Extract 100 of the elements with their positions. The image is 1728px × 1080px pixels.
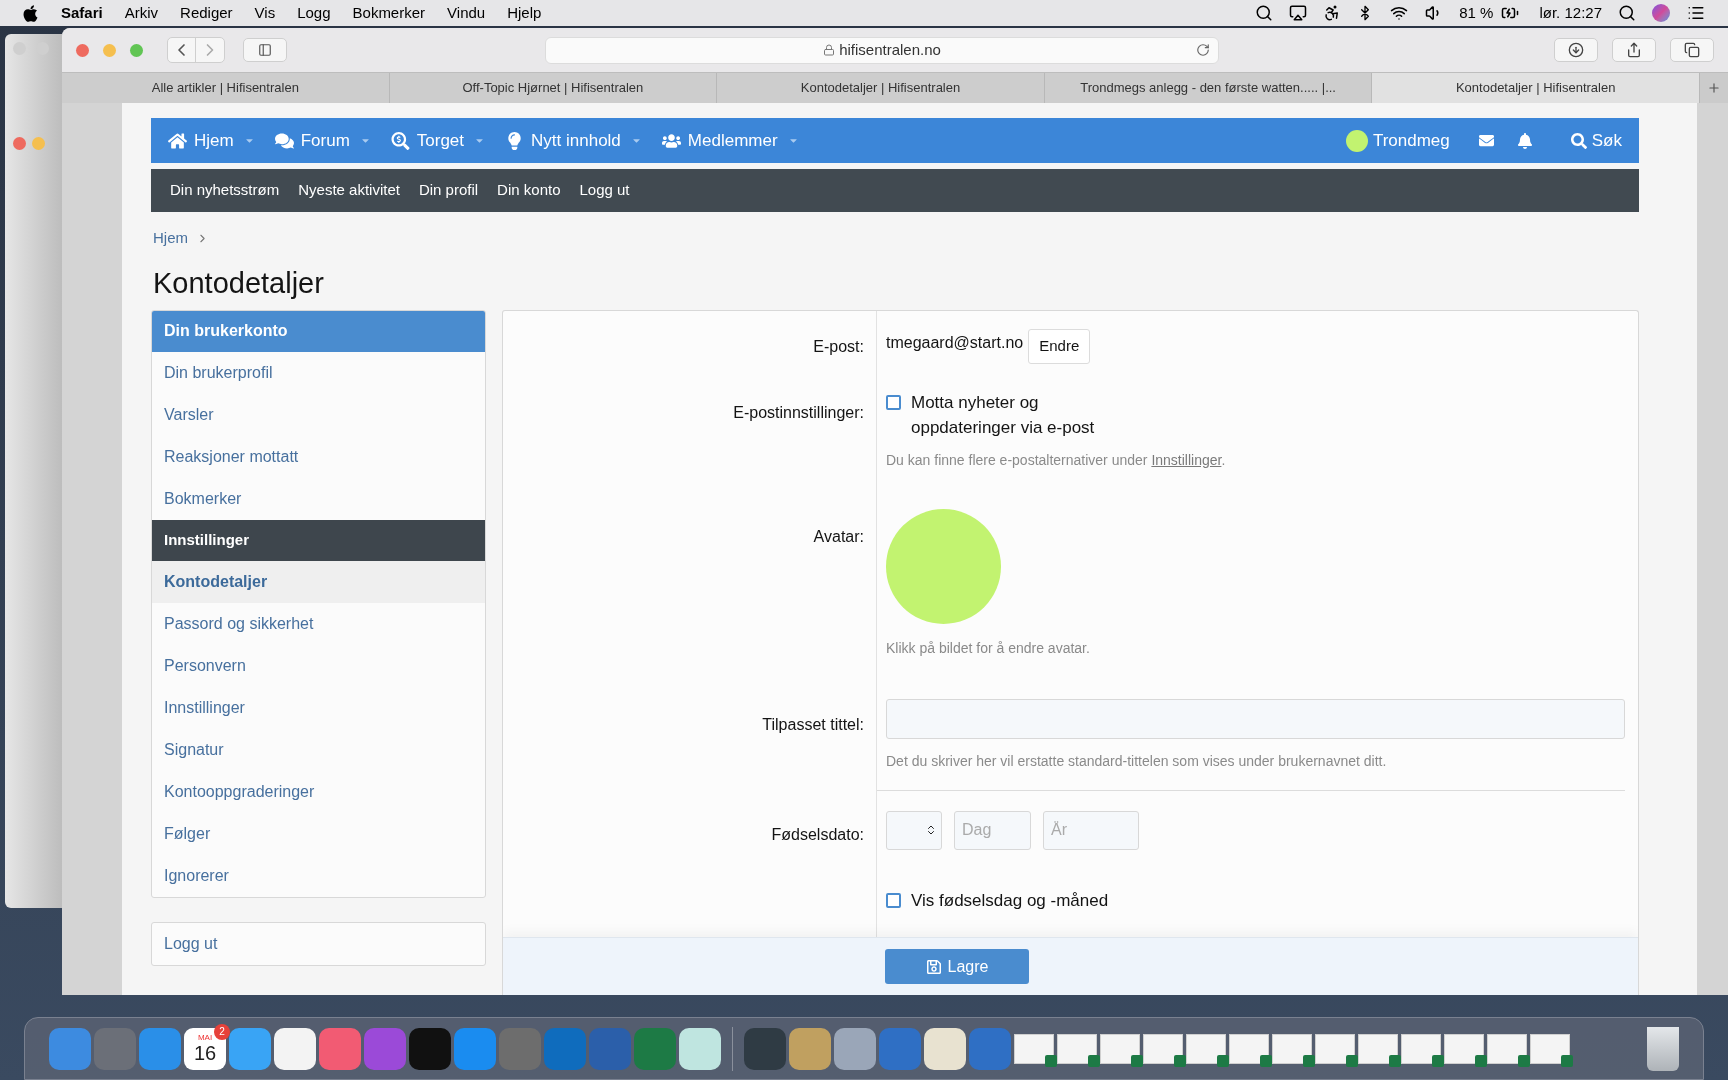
app-icon[interactable] bbox=[409, 1027, 451, 1070]
battery-percent: 81 % bbox=[1459, 2, 1494, 23]
updown-icon bbox=[925, 823, 937, 837]
users-icon bbox=[661, 131, 681, 150]
sidebar-item[interactable]: Følger bbox=[152, 812, 485, 855]
apple-icon[interactable] bbox=[22, 3, 39, 23]
field-label: E-post: bbox=[813, 336, 864, 357]
magnifier-icon[interactable] bbox=[1255, 4, 1274, 22]
document-thumbnail[interactable] bbox=[1229, 1033, 1269, 1064]
sidebar-item[interactable]: Innstillinger bbox=[152, 686, 485, 729]
email-value: tmegaard@start.no bbox=[886, 332, 1024, 353]
menu-item[interactable]: Hjelp bbox=[507, 1, 542, 25]
app-menu[interactable]: Safari bbox=[61, 1, 103, 25]
bell-icon[interactable] bbox=[1516, 132, 1533, 149]
checkbox-label[interactable]: Vis fødselsdag og -måned bbox=[911, 887, 1109, 913]
menu-item[interactable]: Bokmerker bbox=[352, 1, 426, 25]
title-input-field[interactable] bbox=[886, 698, 1625, 739]
control-center-icon[interactable] bbox=[1686, 4, 1706, 22]
sub-nav-link[interactable]: Din nyhetsstrøm bbox=[170, 179, 280, 202]
user-link[interactable]: Trondmeg bbox=[1372, 127, 1450, 154]
field-label: Fødselsdato: bbox=[771, 824, 864, 845]
document-thumbnail[interactable] bbox=[1487, 1033, 1527, 1064]
sidebar-item[interactable]: Passord og sikkerhet bbox=[152, 602, 485, 645]
envelope-icon[interactable] bbox=[1477, 133, 1495, 148]
nav-tab[interactable]: Medlemmer bbox=[661, 127, 799, 154]
user-avatar[interactable] bbox=[1345, 129, 1368, 152]
logout-link[interactable]: Logg ut bbox=[151, 921, 486, 966]
document-thumbnail[interactable] bbox=[1358, 1033, 1398, 1064]
checkbox[interactable] bbox=[886, 394, 901, 410]
menu-item[interactable]: Arkiv bbox=[124, 1, 159, 25]
checkbox-label[interactable]: Motta nyheter og oppdateringer via e-post bbox=[911, 389, 1111, 440]
document-thumbnail[interactable] bbox=[1272, 1033, 1312, 1064]
search-icon bbox=[1570, 132, 1587, 149]
app-icon[interactable] bbox=[679, 1027, 721, 1070]
search-link[interactable]: Søk bbox=[1570, 127, 1622, 154]
app-icon[interactable] bbox=[274, 1027, 316, 1070]
trash-icon[interactable] bbox=[1647, 1026, 1679, 1071]
breadcrumb-link[interactable]: Hjem bbox=[153, 227, 188, 250]
document-thumbnail[interactable] bbox=[1143, 1033, 1183, 1064]
menu-item[interactable]: Rediger bbox=[180, 1, 233, 25]
day-input-field[interactable]: Dag bbox=[954, 810, 1031, 850]
browser-tab[interactable]: Kontodetaljer | Hifisentralen bbox=[1372, 73, 1700, 103]
app-icon[interactable] bbox=[834, 1027, 876, 1070]
checkbox[interactable] bbox=[886, 892, 901, 908]
airplay-icon[interactable] bbox=[1289, 4, 1308, 22]
sub-nav-link[interactable]: Din konto bbox=[497, 179, 561, 202]
nav-tab[interactable]: Forum bbox=[274, 127, 371, 154]
document-thumbnail[interactable] bbox=[1315, 1033, 1355, 1064]
document-thumbnail[interactable] bbox=[1401, 1033, 1441, 1064]
magnifier-icon bbox=[390, 131, 410, 150]
siri-icon[interactable] bbox=[1652, 4, 1670, 22]
sidebar-item[interactable]: Ignorerer bbox=[152, 854, 485, 897]
chat-icon bbox=[274, 131, 294, 150]
field-label: Tilpasset tittel: bbox=[762, 714, 864, 735]
app-icon[interactable] bbox=[924, 1027, 966, 1070]
change-button[interactable]: Endre bbox=[1028, 328, 1091, 364]
wifi-icon[interactable] bbox=[1389, 4, 1410, 22]
document-thumbnail[interactable] bbox=[1100, 1033, 1140, 1064]
sidebar-item[interactable]: Kontooppgraderinger bbox=[152, 770, 485, 813]
document-thumbnail[interactable] bbox=[1186, 1033, 1226, 1064]
sidebar-heading[interactable]: Din brukerkonto bbox=[152, 310, 485, 352]
sidebar-item[interactable]: Din brukerprofil bbox=[152, 351, 485, 394]
sidebar-item[interactable]: Varsler bbox=[152, 393, 485, 436]
sidebar-item[interactable]: Kontodetaljer bbox=[152, 560, 485, 603]
address-bar[interactable]: hifisentralen.no bbox=[545, 36, 1219, 64]
menu-item[interactable]: Logg bbox=[297, 1, 331, 25]
document-thumbnail[interactable] bbox=[1057, 1033, 1097, 1064]
download-icon[interactable] bbox=[1554, 38, 1598, 62]
sidebar-item[interactable]: Personvern bbox=[152, 644, 485, 687]
search-icon[interactable] bbox=[1618, 4, 1636, 22]
nav-tab[interactable]: Hjem bbox=[168, 127, 255, 154]
field-label: Avatar: bbox=[813, 526, 864, 547]
document-thumbnail[interactable] bbox=[1444, 1033, 1484, 1064]
nav-tab[interactable]: Nytt innhold bbox=[505, 127, 642, 154]
nav-tab[interactable]: Torget bbox=[390, 127, 486, 154]
sub-nav-link[interactable]: Logg ut bbox=[579, 179, 630, 202]
year-input-field[interactable]: År bbox=[1043, 810, 1139, 850]
document-thumbnail[interactable] bbox=[1014, 1033, 1054, 1064]
sidebar-toggle-icon[interactable] bbox=[243, 38, 287, 62]
share-icon[interactable] bbox=[1612, 38, 1656, 62]
settings-link[interactable]: Innstillinger bbox=[1151, 451, 1222, 468]
document-thumbnail[interactable] bbox=[1530, 1033, 1570, 1064]
sidebar-item[interactable]: Reaksjoner mottatt bbox=[152, 435, 485, 478]
menu-item[interactable]: Vis bbox=[254, 1, 276, 25]
url-text: hifisentralen.no bbox=[839, 39, 941, 60]
save-button[interactable]: Lagre bbox=[885, 949, 1029, 984]
tabs-icon[interactable] bbox=[1670, 38, 1714, 62]
sidebar-item[interactable]: Bokmerker bbox=[152, 477, 485, 520]
reload-icon[interactable] bbox=[1196, 43, 1210, 57]
sub-nav-link[interactable]: Din profil bbox=[418, 179, 479, 202]
home-icon bbox=[168, 131, 187, 150]
app-icon[interactable] bbox=[229, 1027, 271, 1070]
sidebar-heading[interactable]: Innstillinger bbox=[152, 519, 485, 561]
menu-item[interactable]: Vindu bbox=[447, 1, 486, 25]
sub-nav-link[interactable]: Nyeste aktivitet bbox=[298, 179, 400, 202]
field-label: E-postinnstillinger: bbox=[733, 402, 864, 423]
lock-icon bbox=[823, 44, 836, 56]
sidebar-item[interactable]: Signatur bbox=[152, 728, 485, 771]
app-icon[interactable] bbox=[789, 1027, 831, 1070]
clock[interactable]: lør. 12:27 bbox=[1539, 1, 1602, 25]
